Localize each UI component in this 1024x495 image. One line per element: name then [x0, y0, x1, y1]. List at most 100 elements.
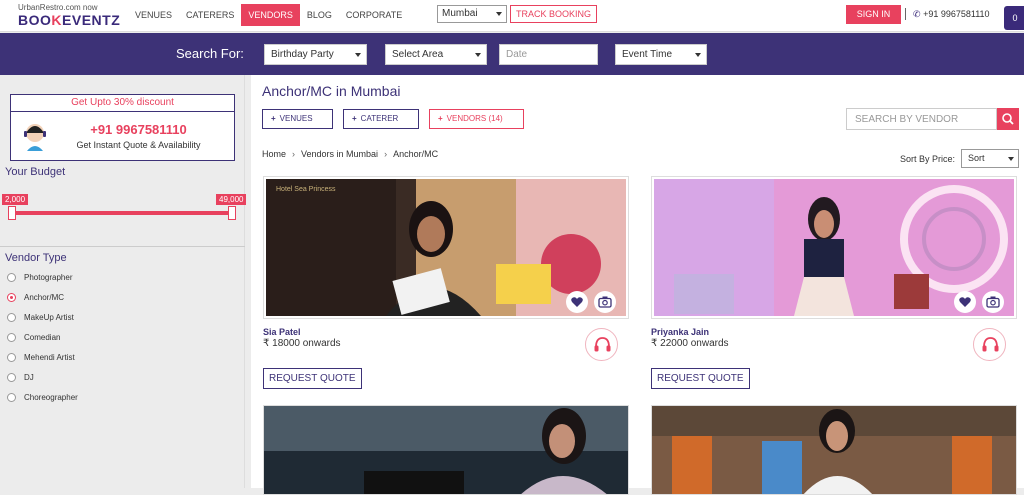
nav-venues[interactable]: VENUES — [128, 4, 179, 26]
track-booking-button[interactable]: TRACK BOOKING — [510, 5, 598, 23]
vendor-type-label: Photographer — [24, 272, 73, 282]
event-time-select[interactable]: Event Time — [615, 44, 707, 65]
promo-subtext: Get Instant Quote & Availability — [76, 140, 201, 150]
vendor-type-option[interactable]: DJ — [7, 367, 78, 387]
radio-button[interactable] — [7, 272, 16, 282]
nav-blog[interactable]: BLOG — [300, 4, 339, 26]
vendor-type-option[interactable]: Choreographer — [7, 387, 78, 407]
breadcrumb-vendors[interactable]: Vendors in Mumbai — [301, 149, 378, 159]
tab-vendors[interactable]: + VENDORS (14) — [429, 109, 524, 129]
event-time-value: Event Time — [622, 49, 673, 60]
search-icon — [1002, 113, 1014, 125]
budget-min-label: 2,000 — [2, 194, 29, 205]
headset-icon — [594, 337, 611, 352]
plus-icon: + — [438, 114, 443, 123]
breadcrumb-home[interactable]: Home — [262, 149, 286, 159]
chevron-down-icon — [1008, 157, 1014, 161]
vendor-card[interactable] — [651, 405, 1017, 495]
budget-slider-track[interactable] — [8, 211, 236, 215]
search-button[interactable] — [997, 108, 1019, 130]
tab-label: VENUES — [279, 114, 313, 123]
radio-button[interactable] — [7, 372, 16, 382]
vendor-name[interactable]: Sia Patel — [263, 327, 301, 337]
vendor-type-label: MakeUp Artist — [24, 312, 74, 322]
chevron-down-icon — [355, 53, 361, 57]
promo-box: Get Upto 30% discount +91 9967581110 Get… — [10, 94, 235, 161]
vendor-type-option[interactable]: MakeUp Artist — [7, 307, 78, 327]
contact-button[interactable] — [973, 328, 1006, 361]
date-input[interactable]: Date — [499, 44, 598, 65]
camera-icon — [598, 296, 612, 308]
heart-icon — [571, 297, 583, 307]
sort-select[interactable]: Sort — [961, 149, 1019, 168]
chevron-down-icon — [496, 12, 502, 16]
vendor-type-title: Vendor Type — [5, 252, 67, 264]
radio-button[interactable] — [7, 352, 16, 362]
request-quote-button[interactable]: REQUEST QUOTE — [263, 368, 362, 389]
vendor-type-option[interactable]: Anchor/MC — [7, 287, 78, 307]
vendor-type-option[interactable]: Mehendi Artist — [7, 347, 78, 367]
radio-button[interactable] — [7, 292, 16, 302]
logo-brand: BOOKEVENTZ — [18, 12, 120, 28]
sort-label: Sort By Price: — [900, 154, 956, 164]
heart-icon — [959, 297, 971, 307]
page-title: Anchor/MC in Mumbai — [262, 83, 401, 99]
vendor-type-option[interactable]: Comedian — [7, 327, 78, 347]
chevron-down-icon — [475, 53, 481, 57]
vendor-type-label: Anchor/MC — [24, 292, 65, 302]
vendor-card[interactable] — [651, 176, 1017, 319]
nav-vendors[interactable]: VENDORS — [241, 4, 300, 26]
contact-button[interactable] — [585, 328, 618, 361]
occasion-select[interactable]: Birthday Party — [264, 44, 367, 65]
phone-icon: ✆ — [913, 9, 921, 19]
budget-max-label: 49,000 — [216, 194, 247, 205]
top-navbar: UrbanRestro.com now BOOKEVENTZ VENUES CA… — [0, 0, 1024, 32]
cart-badge[interactable]: 0 — [1004, 6, 1024, 30]
vendor-search-input[interactable]: SEARCH BY VENDOR — [846, 108, 997, 130]
city-select[interactable]: Mumbai — [437, 5, 507, 23]
header-phone-number: +91 9967581110 — [923, 9, 990, 19]
logo[interactable]: UrbanRestro.com now BOOKEVENTZ — [18, 3, 120, 30]
nav-caterers[interactable]: CATERERS — [179, 4, 241, 26]
radio-button[interactable] — [7, 332, 16, 342]
gallery-button[interactable] — [982, 291, 1004, 313]
vendor-photo[interactable] — [652, 406, 1017, 495]
city-value: Mumbai — [442, 8, 478, 19]
svg-text:Hotel Sea Princess: Hotel Sea Princess — [276, 186, 336, 193]
tab-label: VENDORS (14) — [446, 114, 503, 123]
radio-button[interactable] — [7, 312, 16, 322]
request-quote-button[interactable]: REQUEST QUOTE — [651, 368, 750, 389]
divider — [905, 8, 906, 20]
vendor-name[interactable]: Priyanka Jain — [651, 327, 709, 337]
chevron-down-icon — [695, 53, 701, 57]
gallery-button[interactable] — [594, 291, 616, 313]
header-phone[interactable]: ✆ +91 9967581110 — [913, 9, 990, 20]
main-nav: VENUES CATERERS VENDORS BLOG CORPORATE — [128, 4, 409, 26]
vendor-type-label: DJ — [24, 372, 34, 382]
tab-caterer[interactable]: + CATERER — [343, 109, 419, 129]
favorite-button[interactable] — [954, 291, 976, 313]
budget-min-handle[interactable] — [8, 206, 16, 220]
vendor-price: ₹ 22000 onwards — [651, 338, 729, 349]
radio-button[interactable] — [7, 392, 16, 402]
vendor-card[interactable] — [263, 405, 629, 495]
budget-max-handle[interactable] — [228, 206, 236, 220]
promo-phone[interactable]: +91 9967581110 — [11, 122, 236, 137]
tab-venues[interactable]: + VENUES — [262, 109, 333, 129]
vendor-type-option[interactable]: Photographer — [7, 267, 78, 287]
nav-corporate[interactable]: CORPORATE — [339, 4, 409, 26]
tab-label: CATERER — [360, 114, 399, 123]
search-bar: Search For: Birthday Party Select Area D… — [0, 33, 1024, 75]
divider — [0, 246, 245, 247]
main-content: Anchor/MC in Mumbai + VENUES + CATERER + VE… — [251, 75, 1024, 495]
vendor-type-label: Mehendi Artist — [24, 352, 75, 362]
sign-in-button[interactable]: SIGN IN — [846, 5, 901, 24]
area-select[interactable]: Select Area — [385, 44, 487, 65]
favorite-button[interactable] — [566, 291, 588, 313]
vendor-photo[interactable] — [264, 406, 629, 495]
breadcrumb-separator: › — [292, 149, 296, 159]
search-label: Search For: — [176, 46, 244, 61]
promo-heading: Get Upto 30% discount — [11, 95, 234, 112]
vendor-card[interactable]: Hotel Sea Princess — [263, 176, 629, 319]
camera-icon — [986, 296, 1000, 308]
